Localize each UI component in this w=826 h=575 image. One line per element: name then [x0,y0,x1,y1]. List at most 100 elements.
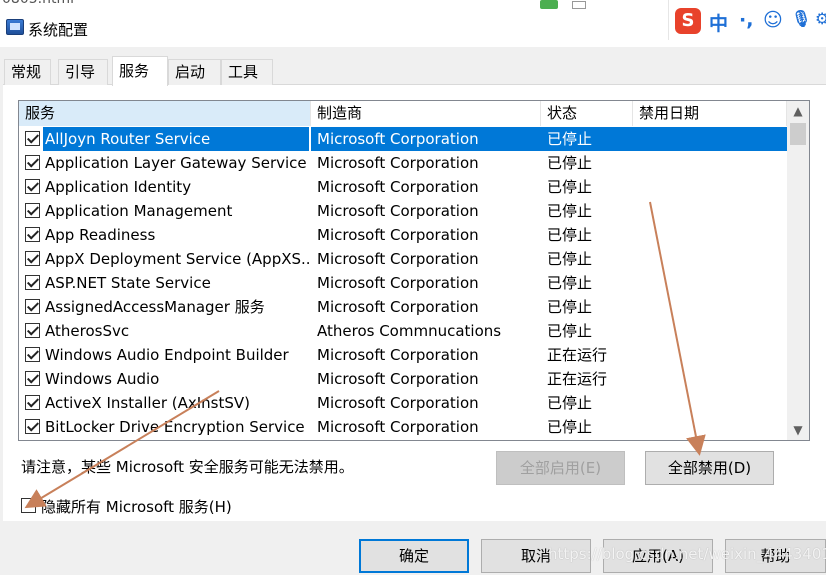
service-name: ASP.NET State Service [45,274,211,292]
service-checkbox[interactable] [25,227,40,242]
service-checkbox[interactable] [25,323,40,338]
service-checkbox[interactable] [25,395,40,410]
service-manufacturer: Microsoft Corporation [311,127,541,151]
window-title: 系统配置 [28,21,89,39]
service-name: Application Management [45,202,233,220]
ime-microphone-icon[interactable]: 🎙 [791,9,811,28]
column-header-manufacturer[interactable]: 制造商 [311,101,541,126]
table-row[interactable]: ASP.NET State Service Microsoft Corporati… [19,271,787,295]
background-icon [572,1,586,9]
tab-services[interactable]: 服务 [112,56,168,86]
service-status: 已停止 [547,154,593,172]
ime-toolbar[interactable]: S 中 ·, ☺ 🎙 ⚙ [668,0,826,40]
service-manufacturer: Microsoft Corporation [317,226,479,244]
background-icon [540,0,558,9]
ime-chinese-mode-icon[interactable]: 中 [709,9,728,36]
table-row[interactable]: Application Management Microsoft Corporat… [19,199,787,223]
service-status: 已停止 [547,274,593,292]
service-name: Windows Audio Endpoint Builder [45,346,289,364]
disable-all-button[interactable]: 全部禁用(D) [645,451,774,485]
service-manufacturer: Microsoft Corporation [317,298,479,316]
column-header-service[interactable]: 服务 [19,101,311,126]
ok-button[interactable]: 确定 [359,539,469,573]
ime-settings-icon[interactable]: ⚙ [815,9,826,28]
service-manufacturer: Microsoft Corporation [317,346,479,364]
column-header-status[interactable]: 状态 [541,101,633,126]
table-row[interactable]: Windows Audio Microsoft Corporation 正在运行 [19,367,787,391]
service-disable-date [633,367,787,391]
service-manufacturer: Microsoft Corporation [317,154,479,172]
service-checkbox[interactable] [25,203,40,218]
service-status: 已停止 [547,202,593,220]
scroll-down-icon[interactable]: ▼ [787,420,809,440]
scroll-up-icon[interactable]: ▲ [787,101,809,121]
system-config-icon [6,19,24,35]
scroll-thumb[interactable] [790,123,806,145]
service-manufacturer: Microsoft Corporation [317,418,479,436]
service-status: 正在运行 [547,346,608,364]
service-manufacturer: Microsoft Corporation [317,178,479,196]
service-manufacturer: Microsoft Corporation [317,250,479,268]
watermark: https://blog.csdn.net/weixin_44434017 [548,545,826,563]
table-row[interactable]: ActiveX Installer (AxInstSV) Microsoft Co… [19,391,787,415]
hide-microsoft-services-checkbox[interactable] [21,498,36,513]
table-row[interactable]: Application Identity Microsoft Corporatio… [19,175,787,199]
tab-startup[interactable]: 启动 [168,59,221,85]
table-row[interactable]: AssignedAccessManager 服务 Microsoft Corpor… [19,295,787,319]
table-row[interactable]: Application Layer Gateway Service Microso… [19,151,787,175]
tab-tools[interactable]: 工具 [221,59,273,85]
service-name: Application Layer Gateway Service [45,154,307,172]
service-checkbox[interactable] [25,299,40,314]
service-disable-date [633,223,787,247]
service-status: 已停止 [547,322,593,340]
service-checkbox[interactable] [25,275,40,290]
service-name: App Readiness [45,226,156,244]
service-disable-date [633,199,787,223]
column-header-disable-date[interactable]: 禁用日期 [633,101,787,126]
service-status: 已停止 [547,178,593,196]
service-checkbox[interactable] [25,251,40,266]
service-status: 已停止 [547,250,593,268]
service-disable-date [633,151,787,175]
service-name: AllJoyn Router Service [43,127,309,151]
service-disable-date [633,415,787,439]
table-row[interactable]: Windows Audio Endpoint Builder Microsoft … [19,343,787,367]
service-disable-date [633,175,787,199]
service-checkbox[interactable] [25,347,40,362]
service-manufacturer: Microsoft Corporation [317,394,479,412]
service-status: 已停止 [547,394,593,412]
ime-punctuation-icon[interactable]: ·, [739,9,753,31]
hide-microsoft-services-label[interactable]: 隐藏所有 Microsoft 服务(H) [41,496,232,517]
service-disable-date [633,319,787,343]
service-status: 正在运行 [547,370,608,388]
sogou-logo-icon[interactable]: S [675,8,701,34]
list-header: 服务 制造商 状态 禁用日期 [19,101,787,126]
service-disable-date [633,127,787,151]
table-row[interactable]: App Readiness Microsoft Corporation 已停止 [19,223,787,247]
service-checkbox[interactable] [25,131,40,146]
service-checkbox[interactable] [25,155,40,170]
service-name: Windows Audio [45,370,160,388]
tab-general[interactable]: 常规 [4,59,51,85]
service-name: AssignedAccessManager 服务 [45,298,265,316]
service-status: 已停止 [547,418,593,436]
table-row[interactable]: AppX Deployment Service (AppXS... Microso… [19,247,787,271]
service-checkbox[interactable] [25,419,40,434]
table-row[interactable]: BitLocker Drive Encryption Service Micros… [19,415,787,439]
service-disable-date [633,343,787,367]
service-checkbox[interactable] [25,179,40,194]
services-list[interactable]: 服务 制造商 状态 禁用日期 AllJoyn Router Service Mic… [18,100,810,441]
service-name: Application Identity [45,178,192,196]
enable-all-button[interactable]: 全部启用(E) [496,451,625,485]
service-name: BitLocker Drive Encryption Service [45,418,305,436]
vertical-scrollbar[interactable]: ▲ ▼ [787,101,809,440]
tab-boot[interactable]: 引导 [58,59,108,85]
list-rows: AllJoyn Router Service Microsoft Corporat… [19,127,787,439]
service-checkbox[interactable] [25,371,40,386]
table-row[interactable]: AtherosSvc Atheros Commnucations 已停止 [19,319,787,343]
service-name: AppX Deployment Service (AppXS... [45,250,309,268]
ime-emoji-icon[interactable]: ☺ [763,9,783,31]
service-status: 已停止 [547,226,593,244]
service-disable-date [633,271,787,295]
table-row[interactable]: AllJoyn Router Service Microsoft Corporat… [19,127,787,151]
